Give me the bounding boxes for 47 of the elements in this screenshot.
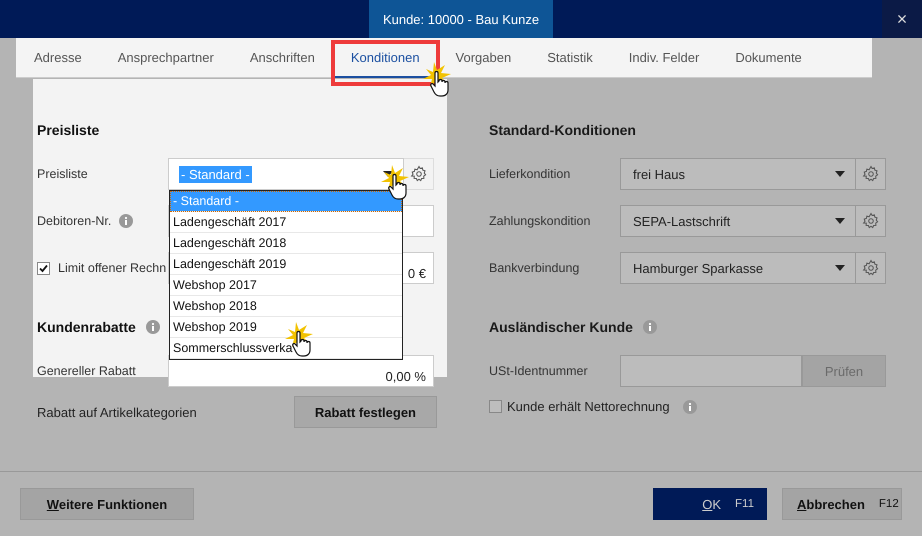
tab[interactable]: Dokumente [719,38,818,78]
settings-button[interactable] [856,158,886,190]
field-label: Limit offener Rechn [58,261,166,275]
tab[interactable]: Indiv. Felder [612,38,716,78]
field-label: Rabatt auf Artikelkategorien [37,404,197,420]
field-label: Genereller Rabatt [37,364,136,378]
tab[interactable]: Adresse [18,38,98,78]
input-field[interactable] [620,355,802,387]
cancel-button[interactable]: Abbrechen F12 [782,488,902,520]
settings-icon[interactable] [410,165,428,183]
settings-button[interactable] [856,205,886,237]
info-icon[interactable] [682,400,697,414]
settings-icon[interactable] [862,259,880,277]
dropdown-field[interactable]: Hamburger Sparkasse [620,252,856,284]
section-heading: Standard-Konditionen [489,122,636,138]
checkbox-label: Kunde erhält Nettorechnung [507,399,670,414]
field-label: Preisliste [37,167,88,181]
caret-icon [835,218,845,224]
field-label: Zahlungskondition [489,214,590,228]
dropdown-field[interactable]: SEPA-Lastschrift [620,205,856,237]
field-label: USt-Identnummer [489,364,588,378]
dropdown-field[interactable]: frei Haus [620,158,856,190]
checkbox[interactable] [37,262,50,274]
field-label: Lieferkondition [489,167,570,181]
section-heading: Kundenrabatte [37,319,136,335]
info-icon[interactable] [642,320,657,334]
tab[interactable]: Statistik [531,38,609,78]
settings-button[interactable] [856,252,886,284]
checkbox[interactable] [489,400,502,413]
field-label: Debitoren-Nr. [37,214,112,228]
field-label: Bankverbindung [489,261,580,275]
tab[interactable]: Vorgaben [440,38,528,78]
more-functions-button[interactable]: Weitere Funktionen [20,488,194,520]
caret-icon [835,265,845,271]
ok-button[interactable]: OK F11 [653,488,767,520]
settings-icon[interactable] [862,212,880,230]
info-icon[interactable] [146,320,160,334]
section-heading: Preisliste [37,122,100,138]
section-heading: Ausländischer Kunde [489,319,633,335]
tab[interactable]: Ansprechpartner [102,38,230,78]
tab[interactable]: Anschriften [234,38,331,78]
caret-icon [835,171,845,177]
info-icon[interactable] [119,214,134,228]
close-button[interactable]: × [882,0,922,38]
window-title: Kunde: 10000 - Bau Kunze [369,0,553,38]
set-discount-button[interactable]: Rabatt festlegen [294,396,437,428]
settings-icon[interactable] [862,165,880,183]
